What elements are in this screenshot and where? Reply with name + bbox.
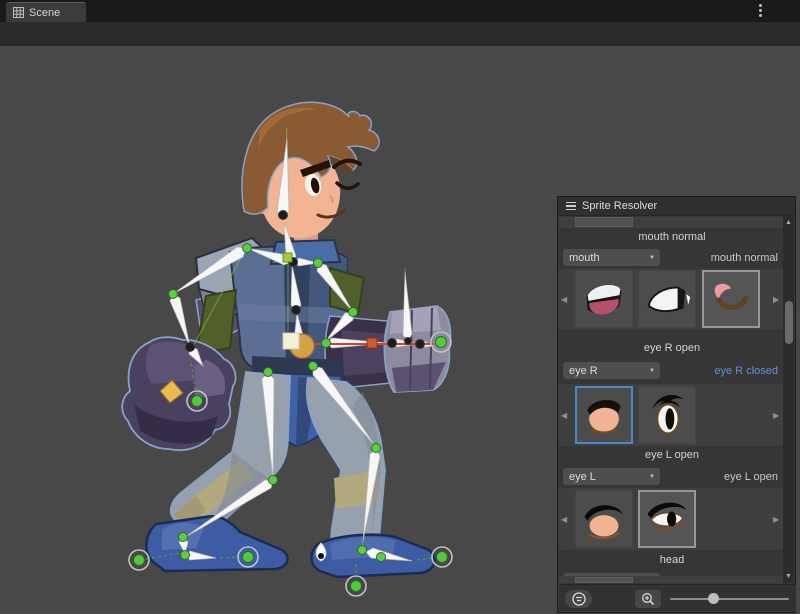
thumbnail-eye-l-closed[interactable] <box>575 490 633 548</box>
scrollbar-thumb[interactable] <box>785 301 793 344</box>
thumbnail-size-slider[interactable] <box>670 598 789 600</box>
slider-handle[interactable] <box>708 593 719 604</box>
selected-label-mouth: mouth normal <box>638 252 778 264</box>
overlay-menu-icon[interactable] <box>566 202 576 211</box>
panel-bottom-bar <box>559 584 796 611</box>
section-header-eye-l: eye L open <box>559 449 785 461</box>
zoom-button[interactable] <box>635 590 661 608</box>
scrolled-thumbnail-strip <box>559 217 785 228</box>
filter-icon <box>572 592 586 606</box>
sprite-resolver-title: Sprite Resolver <box>582 200 657 212</box>
thumbnail-mouth-normal[interactable] <box>702 270 760 328</box>
scroll-up-icon[interactable]: ▲ <box>783 219 794 226</box>
scroll-right-icon[interactable]: ▶ <box>773 411 779 420</box>
thumbnail-eye-r-closed[interactable] <box>575 386 633 444</box>
filter-button[interactable] <box>565 590 592 608</box>
thumbnail-partial-head[interactable] <box>575 577 633 583</box>
thumbnail-strip-eye-r: ◀ ▶ <box>559 384 785 446</box>
scroll-left-icon[interactable]: ◀ <box>561 515 567 524</box>
thumbnail-mouth-closed[interactable] <box>638 270 696 328</box>
section-header-head: head <box>559 554 785 566</box>
magnifier-plus-icon <box>641 592 655 606</box>
scene-toolbar: Center ▼ Local ▼ ▼ <box>0 22 800 47</box>
section-header-eye-r: eye R open <box>559 342 785 354</box>
scroll-down-icon[interactable]: ▼ <box>783 573 794 580</box>
panel-scrollbar[interactable]: ▲ ▼ <box>783 216 794 583</box>
scroll-right-icon[interactable]: ▶ <box>773 295 779 304</box>
selected-label-eye-l: eye L open <box>638 471 778 483</box>
selected-label-eye-r[interactable]: eye R closed <box>638 365 778 377</box>
tab-scene[interactable]: Scene <box>6 2 86 22</box>
tab-scene-label: Scene <box>29 7 60 19</box>
section-header-mouth: mouth normal <box>559 231 785 243</box>
thumbnail-strip-eye-l: ◀ ▶ <box>559 488 785 550</box>
scroll-right-icon[interactable]: ▶ <box>773 515 779 524</box>
thumbnail-partial[interactable] <box>575 217 633 227</box>
tab-strip: Scene <box>0 0 800 22</box>
unity-editor-scene-view: Scene <box>0 0 800 614</box>
scene-grid-icon <box>13 7 24 18</box>
sprite-resolver-panel: Sprite Resolver mouth normal mouth ▼ mou… <box>557 196 796 613</box>
scroll-left-icon[interactable]: ◀ <box>561 295 567 304</box>
sprite-resolver-content: mouth normal mouth ▼ mouth normal ◀ <box>559 216 785 583</box>
kebab-menu-icon[interactable] <box>755 4 765 17</box>
thumbnail-eye-l-open[interactable] <box>638 490 696 548</box>
thumbnail-strip-mouth: ◀ <box>559 269 785 329</box>
thumbnail-eye-r-open[interactable] <box>638 386 696 444</box>
sprite-resolver-header[interactable]: Sprite Resolver <box>558 197 795 216</box>
thumbnail-mouth-open[interactable] <box>575 270 633 328</box>
scroll-left-icon[interactable]: ◀ <box>561 411 567 420</box>
